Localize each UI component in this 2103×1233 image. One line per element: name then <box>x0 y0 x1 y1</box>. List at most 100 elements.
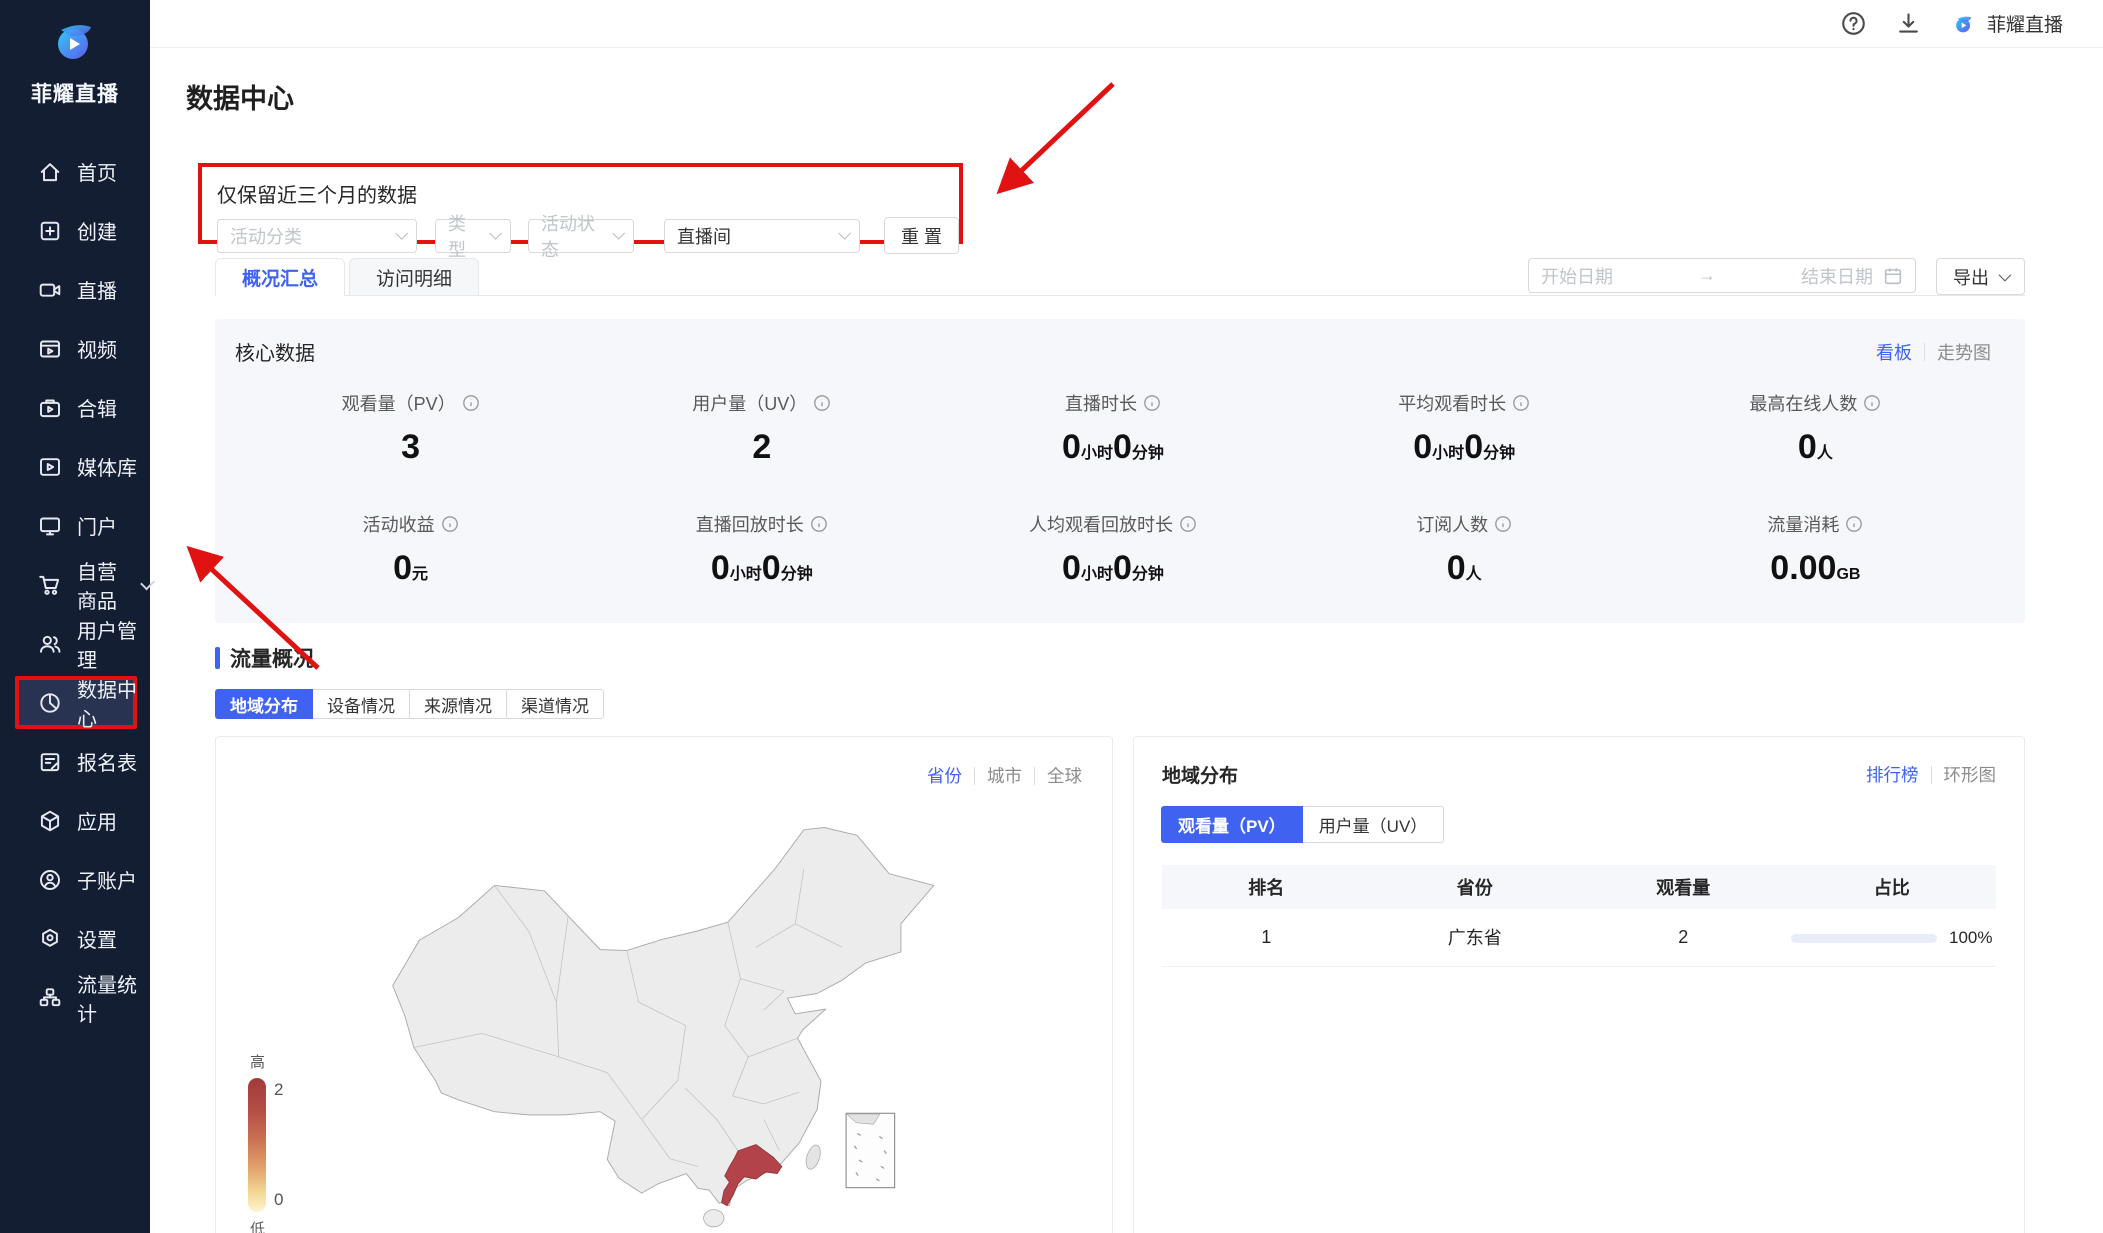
divider <box>974 767 975 785</box>
tab-visit-detail[interactable]: 访问明细 <box>349 258 479 296</box>
sidebar-item-home[interactable]: 首页 <box>0 142 150 201</box>
metric-tabs: 观看量（PV） 用户量（UV） <box>1162 806 1996 843</box>
chevron-down-icon <box>489 227 502 240</box>
share-percent: 100% <box>1949 928 1992 948</box>
info-icon[interactable] <box>813 394 831 412</box>
stat-avg-watch-duration: 平均观看时长 0小时0分钟 <box>1289 390 1640 467</box>
divider <box>1931 766 1932 784</box>
region-card-title: 地域分布 <box>1162 761 1238 788</box>
cell-province: 广东省 <box>1371 909 1580 966</box>
divider <box>1924 343 1925 361</box>
info-icon[interactable] <box>1494 515 1512 533</box>
core-view-switch: 看板 走势图 <box>1876 339 1991 365</box>
legend-high-label: 高 <box>250 1051 318 1072</box>
topbar: 菲耀直播 <box>150 0 2103 48</box>
stat-uv: 用户量（UV） 2 <box>586 390 937 467</box>
sidebar-item-apps[interactable]: 应用 <box>0 791 150 850</box>
stat-avg-replay-duration: 人均观看回放时长 0小时0分钟 <box>937 511 1288 588</box>
map-legend: 高 2 0 低 <box>248 1051 318 1233</box>
sidebar-item-media-library[interactable]: 媒体库 <box>0 437 150 496</box>
legend-gradient-bar <box>248 1078 266 1212</box>
info-icon[interactable] <box>810 515 828 533</box>
filter-row: 活动分类 类型 活动状态 直播间 重 置 <box>217 217 959 254</box>
brand-logo-icon <box>47 17 103 65</box>
help-icon[interactable] <box>1841 11 1866 36</box>
table-header-row: 排名 省份 观看量 占比 <box>1162 865 1996 909</box>
cards-row: 省份 城市 全球 <box>215 736 2025 1233</box>
subtab-device[interactable]: 设备情况 <box>312 689 410 719</box>
calendar-icon <box>1883 266 1903 286</box>
scope-global-link[interactable]: 全球 <box>1047 763 1082 788</box>
type-select[interactable]: 类型 <box>435 219 511 253</box>
col-rank: 排名 <box>1162 865 1371 909</box>
view-rank-link[interactable]: 排行榜 <box>1866 762 1919 787</box>
divider <box>1034 767 1035 785</box>
date-range-picker[interactable]: 开始日期 → 结束日期 <box>1528 258 1916 293</box>
info-icon[interactable] <box>1143 394 1161 412</box>
chevron-down-icon <box>838 227 851 240</box>
sidebar-item-settings[interactable]: 设置 <box>0 909 150 968</box>
cart-icon <box>38 573 62 597</box>
metric-tab-uv[interactable]: 用户量（UV） <box>1302 806 1445 843</box>
end-date-input[interactable]: 结束日期 <box>1801 263 1873 289</box>
col-share: 占比 <box>1788 865 1997 909</box>
sidebar-item-create[interactable]: 创建 <box>0 201 150 260</box>
reset-button[interactable]: 重 置 <box>884 217 959 254</box>
room-select[interactable]: 直播间 <box>664 219 860 253</box>
view-trend-link[interactable]: 走势图 <box>1937 339 1991 365</box>
tab-summary[interactable]: 概况汇总 <box>215 258 345 296</box>
stat-pv: 观看量（PV） 3 <box>235 390 586 467</box>
chevron-down-icon <box>612 227 625 240</box>
view-board-link[interactable]: 看板 <box>1876 339 1912 365</box>
subtab-channel[interactable]: 渠道情况 <box>506 689 604 719</box>
sidebar-item-traffic-stats[interactable]: 流量统计 <box>0 968 150 1027</box>
plus-square-icon <box>38 219 62 243</box>
core-data-header: 核心数据 看板 走势图 <box>235 337 1991 366</box>
start-date-input[interactable]: 开始日期 <box>1541 263 1613 289</box>
info-icon[interactable] <box>1179 515 1197 533</box>
sidebar-item-registration[interactable]: 报名表 <box>0 732 150 791</box>
metric-tab-pv[interactable]: 观看量（PV） <box>1161 806 1303 843</box>
subtab-region[interactable]: 地域分布 <box>215 689 313 719</box>
form-icon <box>38 750 62 774</box>
stat-replay-duration: 直播回放时长 0小时0分钟 <box>586 511 937 588</box>
sidebar-item-subaccount[interactable]: 子账户 <box>0 850 150 909</box>
stat-traffic-consumed: 流量消耗 0.00GB <box>1640 511 1991 588</box>
sidebar-item-collection[interactable]: 合辑 <box>0 378 150 437</box>
subtab-source[interactable]: 来源情况 <box>409 689 507 719</box>
app-root: 菲耀直播 首页 创建 直播 视频 合辑 <box>0 0 2103 1233</box>
col-views: 观看量 <box>1579 865 1788 909</box>
sidebar-item-user-management[interactable]: 用户管理 <box>0 614 150 673</box>
info-icon[interactable] <box>441 515 459 533</box>
sidebar-item-live[interactable]: 直播 <box>0 260 150 319</box>
legend-min-value: 0 <box>274 1190 283 1210</box>
info-icon[interactable] <box>1845 515 1863 533</box>
stat-subscribers: 订阅人数 0人 <box>1289 511 1640 588</box>
download-icon[interactable] <box>1896 11 1921 36</box>
info-icon[interactable] <box>462 394 480 412</box>
cell-rank: 1 <box>1162 909 1371 966</box>
stat-max-online: 最高在线人数 0人 <box>1640 390 1991 467</box>
legend-low-label: 低 <box>250 1218 318 1233</box>
tabs-row: 概况汇总 访问明细 开始日期 → 结束日期 导出 <box>215 258 2025 296</box>
scope-province-link[interactable]: 省份 <box>927 763 962 788</box>
sidebar-item-data-center[interactable]: 数据中心 <box>0 673 150 732</box>
pie-chart-icon <box>38 691 62 715</box>
section-accent-bar <box>215 647 220 669</box>
gear-icon <box>38 927 62 951</box>
main-area: 菲耀直播 数据中心 仅保留近三个月的数据 活动分类 类型 活动状态 直播间 重 <box>150 0 2103 1233</box>
view-ring-link[interactable]: 环形图 <box>1944 762 1997 787</box>
sidebar-item-portal[interactable]: 门户 <box>0 496 150 555</box>
info-icon[interactable] <box>1863 394 1881 412</box>
sidebar: 菲耀直播 首页 创建 直播 视频 合辑 <box>0 0 150 1233</box>
info-icon[interactable] <box>1512 394 1530 412</box>
region-card-header: 地域分布 排行榜 环形图 <box>1162 761 1996 788</box>
brand: 菲耀直播 <box>0 0 150 108</box>
sidebar-item-products[interactable]: 自营商品 <box>0 555 150 614</box>
export-button[interactable]: 导出 <box>1936 258 2025 295</box>
status-select[interactable]: 活动状态 <box>528 219 634 253</box>
category-select[interactable]: 活动分类 <box>217 219 417 253</box>
account-menu[interactable]: 菲耀直播 <box>1951 10 2063 37</box>
sidebar-item-video[interactable]: 视频 <box>0 319 150 378</box>
scope-city-link[interactable]: 城市 <box>987 763 1022 788</box>
